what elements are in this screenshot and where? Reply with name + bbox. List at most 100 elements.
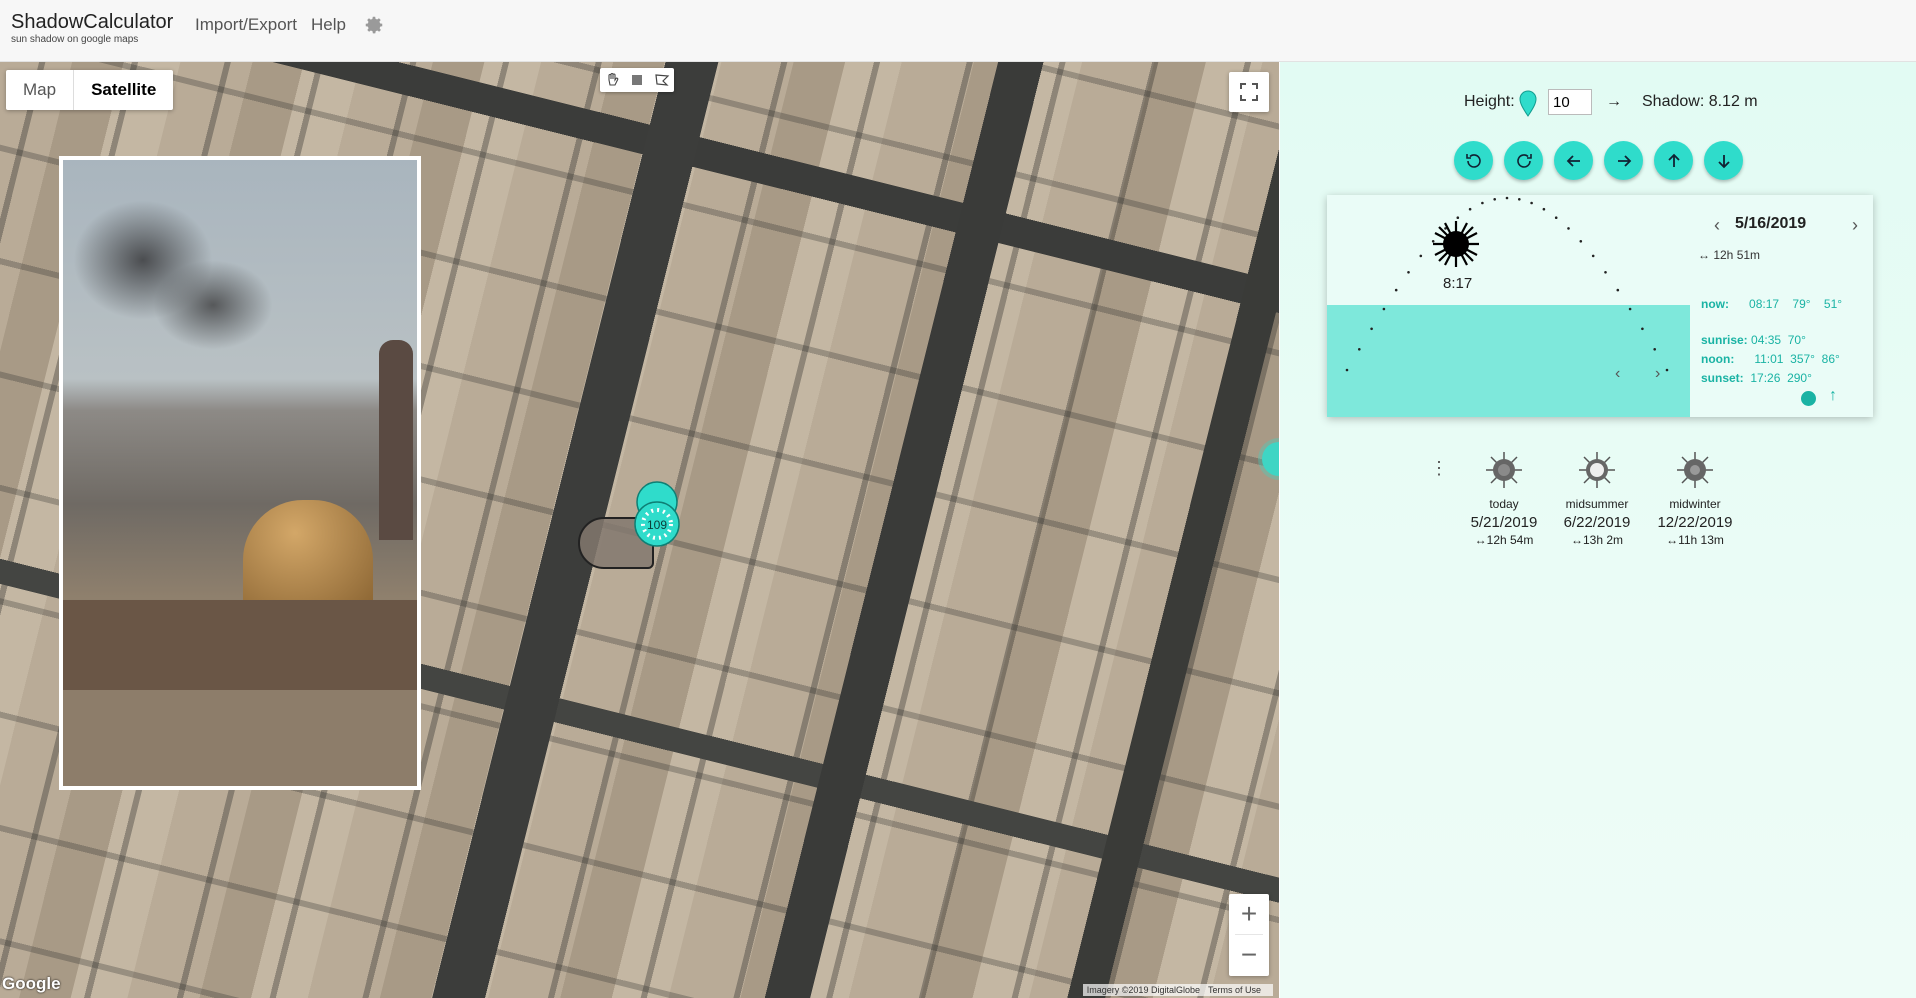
sun-path-dot [1628,307,1632,311]
photo-minaret [379,340,413,540]
sun-path-dot [1481,201,1484,205]
sunset-time: 17:26 [1750,371,1781,385]
noon-time: 11:01 [1754,352,1784,366]
height-label: Height: [1464,93,1515,110]
sunrise-azimuth: 70° [1787,333,1806,347]
move-down-button[interactable] [1704,141,1743,180]
sunrise-info: sunrise: 04:35 70° [1701,333,1806,347]
preset-date: 5/21/2019 [1470,514,1538,531]
now-azimuth: 79° [1792,297,1811,311]
map-type-map-button[interactable]: Map [6,70,73,110]
preset-today[interactable]: today 5/21/2019 ↔12h 54m [1454,450,1554,547]
sunset-azimuth: 290° [1787,371,1812,385]
noon-info: noon: 11:01 357° 86° [1701,352,1840,366]
arrow-down-icon [1717,154,1730,168]
gear-icon[interactable] [363,14,385,36]
map-attribution: Imagery ©2019 DigitalGlobe Terms of Use [1082,984,1273,996]
noon-azimuth: 357° [1790,352,1815,366]
rotate-left-button[interactable] [1454,141,1493,180]
preset-label: midsummer [1565,497,1629,511]
sunset-label: sunset: [1701,371,1744,385]
terms-of-use-link[interactable]: Terms of Use [1208,985,1261,995]
time-back-button[interactable]: ‹ [1615,365,1620,383]
more-options-icon[interactable]: ⋮ [1430,458,1448,479]
app-title: ShadowCalculator [11,11,174,33]
rectangle-icon[interactable] [629,72,645,88]
fullscreen-button[interactable] [1229,72,1269,112]
sun-outline-icon [1579,452,1615,488]
help-link[interactable]: Help [311,15,346,35]
overlay-photo[interactable] [59,156,421,790]
move-left-button[interactable] [1554,141,1593,180]
noon-altitude: 86° [1821,352,1840,366]
map-sun-icon [1262,442,1279,476]
transform-buttons [1454,141,1743,180]
selected-date[interactable]: 5/16/2019 [1735,215,1806,233]
photo-smoke [153,260,273,350]
polygon-icon[interactable] [654,72,670,88]
preset-day-length: ↔13h 2m [1570,533,1624,547]
sun-path-dot [1530,201,1533,205]
now-altitude: 51° [1823,297,1843,311]
prev-date-button[interactable]: ‹ [1714,215,1720,236]
preset-label: midwinter [1669,497,1721,511]
sun-path-dot [1358,348,1361,351]
sun-path-arc [1345,196,1669,372]
move-up-button[interactable] [1654,141,1693,180]
app-subtitle: sun shadow on google maps [11,34,139,45]
top-bar: ShadowCalculator sun shadow on google ma… [0,0,1916,62]
drawing-toolbar [600,68,674,92]
zoom-in-button[interactable]: + [1229,894,1269,934]
arrow-up-icon [1667,153,1680,167]
sun-path-dot [1370,327,1373,331]
sun-path-dot [1382,307,1386,311]
imagery-credit: Imagery ©2019 DigitalGlobe [1086,985,1200,995]
compass-icon[interactable] [1801,391,1816,406]
now-time: 08:17 [1749,297,1780,311]
map-type-satellite-button[interactable]: Satellite [73,70,173,110]
move-right-button[interactable] [1604,141,1643,180]
sun-path-dot [1579,240,1583,243]
height-row: Height: → Shadow: 8.12 m [1280,87,1916,117]
sun-path-dot [1419,254,1423,258]
time-forward-button[interactable]: › [1655,365,1660,383]
import-export-link[interactable]: Import/Export [195,15,297,35]
sun-path-dot [1518,198,1521,201]
sun-path-dot [1653,348,1656,351]
preset-day-length: ↔11h 13m [1666,533,1724,547]
sun-path-dot [1493,198,1496,201]
sunrise-label: sunrise: [1701,333,1748,347]
pin-icon [1519,90,1537,117]
sun-path-dot [1505,196,1509,200]
preset-midsummer[interactable]: midsummer 6/22/2019 ↔13h 2m [1547,450,1647,547]
height-input[interactable] [1548,89,1592,115]
preset-day-length: ↔12h 54m [1474,533,1534,547]
google-logo: Google [2,974,61,993]
photo-dome [243,500,373,610]
preset-midwinter[interactable]: midwinter 12/22/2019 ↔11h 13m [1645,450,1745,547]
sun-path-dot [1567,227,1570,230]
zoom-out-button[interactable]: − [1229,935,1269,975]
arrow-separator: → [1606,93,1622,110]
arrow-left-icon [1566,154,1580,167]
preset-date: 6/22/2019 [1563,514,1631,531]
sun-path-dot [1407,271,1410,274]
rotate-right-button[interactable] [1504,141,1543,180]
noon-label: noon: [1701,352,1735,366]
sun-path-dot [1616,288,1620,292]
sunrise-time: 04:35 [1751,333,1782,347]
day-length: ↔ 12h 51m [1698,248,1761,262]
north-up-icon[interactable]: ↑ [1829,387,1837,405]
sun-path-dot [1394,288,1398,292]
next-date-button[interactable]: › [1852,215,1858,236]
sunset-info: sunset: 17:26 290° [1701,371,1812,385]
map-type-control: Map Satellite [6,70,174,110]
height-marker-cluster[interactable]: 109 [627,480,687,560]
zoom-control: + − [1229,894,1269,976]
sun-path-dot [1468,207,1472,211]
sun-path-dot [1591,254,1595,258]
sun-path-dot [1345,368,1349,372]
satellite-map[interactable]: Map Satellite 109 + − Google Imagery ©20… [0,62,1279,998]
hand-icon[interactable] [604,72,620,88]
arrow-right-icon [1617,154,1631,167]
